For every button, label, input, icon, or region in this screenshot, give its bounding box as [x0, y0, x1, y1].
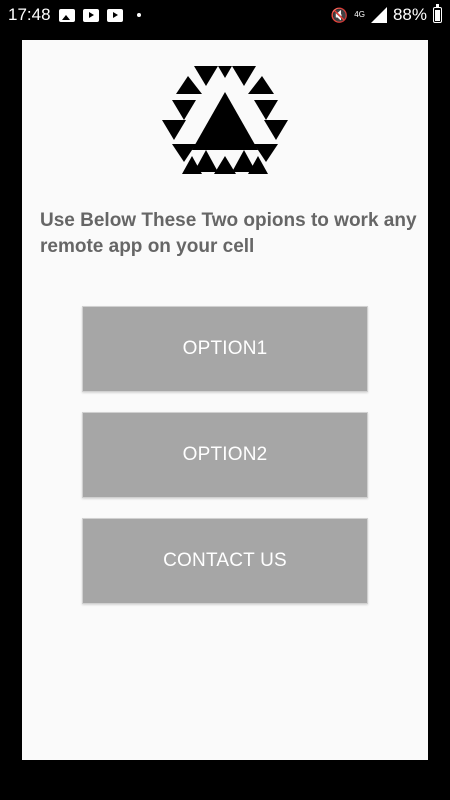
youtube-icon: [106, 8, 123, 22]
battery-icon: [433, 4, 442, 23]
option1-button[interactable]: OPTION1: [82, 306, 368, 392]
youtube-icon: [82, 8, 99, 22]
status-left: 17:48: [8, 5, 141, 25]
main-card: Use Below These Two opions to work any r…: [22, 40, 428, 760]
status-right: 🔇 4G 88%: [330, 4, 442, 25]
triangle-hexagon-logo: [162, 66, 288, 174]
signal-icon: [370, 7, 387, 23]
option2-button[interactable]: OPTION2: [82, 412, 368, 498]
battery-percent: 88%: [392, 5, 427, 24]
dot-icon: [136, 13, 141, 17]
contact-us-button[interactable]: CONTACT US: [82, 518, 368, 604]
instruction-heading: Use Below These Two opions to work any r…: [40, 210, 417, 257]
photo-icon: [58, 8, 75, 22]
mute-icon: 🔇: [330, 6, 349, 23]
network-label: 4G: [354, 10, 365, 19]
status-time: 17:48: [8, 5, 51, 24]
status-bar: 17:48 🔇 4G 88%: [0, 0, 450, 30]
